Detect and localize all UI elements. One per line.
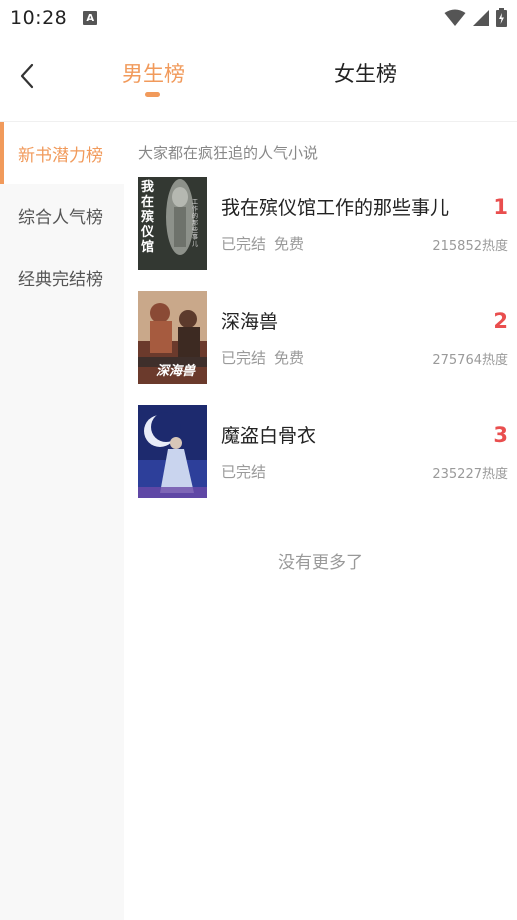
rank-number: 3	[493, 423, 508, 447]
book-cover-text: 我在殡仪馆	[141, 180, 155, 255]
tab-male-ranking[interactable]: 男生榜	[122, 58, 185, 88]
a-notification-icon: A	[83, 11, 98, 25]
sidebar-item-new-book-potential[interactable]: 新书潜力榜	[0, 122, 124, 184]
rank-number: 2	[493, 309, 508, 333]
book-item[interactable]: 魔盗白骨衣 已完结 3 235227热度	[138, 405, 508, 499]
book-meta: 已完结	[221, 461, 266, 482]
ranking-sidebar: 新书潜力榜 综合人气榜 经典完结榜	[0, 122, 124, 920]
tab-female-ranking[interactable]: 女生榜	[334, 58, 397, 88]
book-title: 深海兽	[221, 311, 279, 333]
sidebar-item-label: 综合人气榜	[18, 207, 103, 228]
app-screen: 10:28 A 男生榜 女生榜 新书潜力榜 综合人气榜 经典完结榜 大家都在疯狂…	[0, 0, 517, 920]
wifi-icon	[444, 9, 466, 26]
book-item[interactable]: 深海兽 深海兽 已完结 免费 2 275764热度	[138, 291, 508, 385]
book-cover-text: 深海兽	[156, 364, 196, 379]
book-cover-image	[138, 405, 207, 498]
book-title: 我在殡仪馆工作的那些事儿	[221, 197, 450, 219]
rank-number: 1	[493, 195, 508, 219]
status-time: 10:28	[10, 7, 68, 29]
sidebar-item-overall-popularity[interactable]: 综合人气榜	[0, 184, 124, 246]
sidebar-item-label: 经典完结榜	[18, 269, 103, 290]
active-tab-indicator	[145, 92, 160, 97]
book-meta: 已完结 免费	[221, 233, 304, 254]
book-title: 魔盗白骨衣	[221, 425, 317, 447]
heat-count: 235227热度	[432, 467, 508, 482]
ranking-content: 大家都在疯狂追的人气小说 我在殡仪馆 工作的那些事儿 我在殡仪馆工作的那些事儿 …	[124, 122, 517, 920]
battery-charging-icon	[496, 8, 507, 27]
status-bar: 10:28 A	[0, 0, 517, 36]
status-icons	[444, 8, 507, 27]
no-more-text: 没有更多了	[278, 553, 363, 573]
book-price: 免费	[274, 349, 305, 367]
back-arrow-icon	[20, 63, 34, 89]
sidebar-item-classic-completed[interactable]: 经典完结榜	[0, 246, 124, 308]
book-cover: 深海兽	[138, 291, 207, 384]
book-cover-subtext: 工作的那些事儿	[192, 199, 199, 248]
book-item[interactable]: 我在殡仪馆 工作的那些事儿 我在殡仪馆工作的那些事儿 已完结 免费 1 21585…	[138, 177, 508, 271]
sidebar-item-label: 新书潜力榜	[18, 145, 103, 166]
heat-count: 275764热度	[432, 353, 508, 368]
book-meta: 已完结 免费	[221, 347, 304, 368]
book-status: 已完结	[221, 235, 267, 253]
header: 男生榜 女生榜	[0, 36, 517, 122]
back-button[interactable]	[12, 58, 42, 94]
book-cover: 我在殡仪馆 工作的那些事儿	[138, 177, 207, 270]
book-cover	[138, 405, 207, 498]
cellular-signal-icon	[473, 9, 489, 26]
list-subtitle: 大家都在疯狂追的人气小说	[138, 144, 319, 162]
book-status: 已完结	[221, 463, 267, 481]
book-status: 已完结	[221, 349, 267, 367]
heat-count: 215852热度	[432, 239, 508, 254]
book-price: 免费	[274, 235, 305, 253]
